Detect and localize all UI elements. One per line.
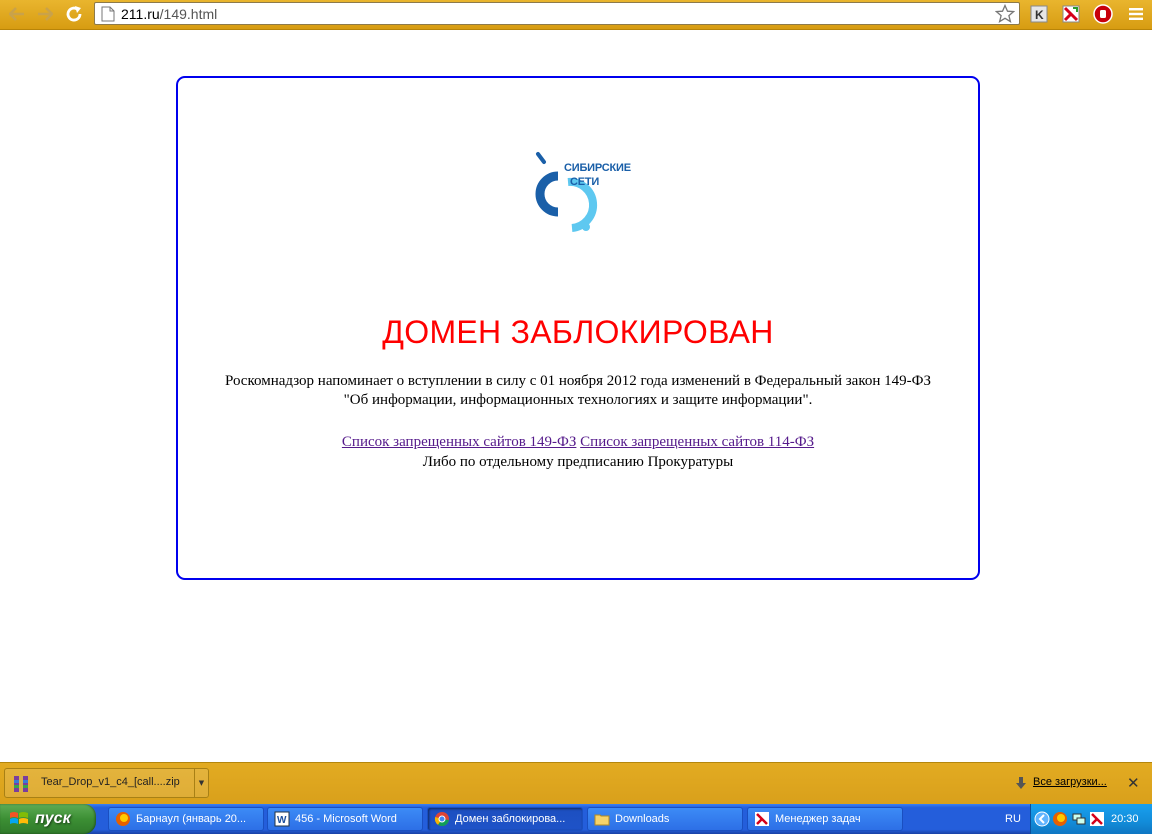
download-arrow-icon — [1016, 777, 1026, 789]
firefox-tray-icon[interactable] — [1052, 811, 1068, 827]
roskomnadzor-notice: Роскомнадзор напоминает о вступлении в с… — [178, 372, 978, 410]
kaspersky-extension-icon[interactable]: K — [1029, 4, 1049, 24]
logo-line2: СЕТИ — [570, 176, 600, 188]
sibirskie-seti-logo: СИБИРСКИЕ СЕТИ — [528, 150, 638, 242]
kaspersky-block-extension-icon[interactable] — [1061, 4, 1081, 24]
blocked-lists-links: Список запрещенных сайтов 149-ФЗ Список … — [178, 432, 978, 472]
notice-line-1: Роскомнадзор напоминает о вступлении в с… — [224, 373, 932, 389]
taskbar-item-task-manager[interactable]: Менеджер задач — [747, 807, 903, 831]
forward-arrow-icon — [38, 7, 53, 21]
taskbar-item-downloads[interactable]: Downloads — [587, 807, 743, 831]
zip-archive-icon — [14, 776, 28, 792]
svg-text:W: W — [277, 815, 287, 826]
bookmark-star-icon[interactable] — [995, 4, 1015, 24]
page-icon — [101, 6, 115, 21]
url-path: /149.html — [159, 5, 218, 22]
dropdown-arrow-icon: ▼ — [198, 779, 205, 787]
forward-button[interactable] — [34, 3, 56, 25]
adblock-extension-icon[interactable] — [1093, 4, 1113, 24]
chrome-menu-icon[interactable] — [1126, 4, 1146, 24]
tray-expand-icon[interactable] — [1034, 811, 1050, 827]
download-item[interactable]: Tear_Drop_v1_c4_[call....zip ▼ — [4, 768, 209, 798]
task-label: Домен заблокирова... — [455, 813, 566, 825]
task-label: Менеджер задач — [775, 813, 861, 825]
url-text: 211.ru/149.html — [121, 6, 217, 22]
browser-toolbar: 211.ru/149.html K — [0, 0, 1152, 30]
address-bar[interactable]: 211.ru/149.html — [94, 2, 1020, 25]
clock: 20:30 — [1111, 813, 1139, 825]
word-icon: W — [274, 811, 290, 827]
kaspersky-tray-icon[interactable] — [1089, 811, 1105, 827]
task-label: Барнаул (январь 20... — [136, 813, 247, 825]
close-shelf-icon[interactable]: ✕ — [1127, 774, 1140, 792]
taskbar-item-firefox[interactable]: Барнаул (январь 20... — [108, 807, 264, 831]
download-shelf: Tear_Drop_v1_c4_[call....zip ▼ Все загру… — [0, 762, 1152, 804]
task-label: 456 - Microsoft Word — [295, 813, 397, 825]
task-manager-icon — [755, 812, 769, 826]
logo-line1: СИБИРСКИЕ — [564, 162, 631, 174]
start-button[interactable]: пуск — [0, 804, 96, 834]
start-label: пуск — [35, 810, 71, 827]
windows-logo-icon — [10, 812, 28, 824]
taskbar-item-word[interactable]: W 456 - Microsoft Word — [267, 807, 423, 831]
link-banned-sites-114fz[interactable]: Список запрещенных сайтов 114-ФЗ — [580, 434, 814, 450]
network-tray-icon[interactable] — [1071, 811, 1087, 827]
windows-taskbar: пуск Барнаул (январь 20... W 456 - Micro… — [0, 804, 1152, 834]
url-host: 211.ru — [121, 5, 160, 22]
reload-button[interactable] — [63, 3, 85, 25]
notice-line-2: "Об информации, информационных технологи… — [343, 392, 813, 408]
svg-text:K: K — [1035, 8, 1044, 22]
reload-icon — [66, 6, 82, 22]
download-file-name: Tear_Drop_v1_c4_[call....zip — [41, 776, 180, 788]
system-tray: 20:30 — [1030, 804, 1152, 834]
folder-icon — [594, 814, 610, 826]
link-banned-sites-149fz[interactable]: Список запрещенных сайтов 149-ФЗ — [342, 434, 577, 450]
all-downloads-link[interactable]: Все загрузки... — [1014, 776, 1107, 789]
firefox-icon — [116, 812, 130, 826]
download-menu-button[interactable]: ▼ — [194, 769, 208, 797]
back-button[interactable] — [6, 3, 28, 25]
blocked-notice-panel: СИБИРСКИЕ СЕТИ ДОМЕН ЗАБЛОКИРОВАН Роском… — [176, 76, 980, 580]
all-downloads-label: Все загрузки... — [1033, 776, 1107, 788]
task-label: Downloads — [615, 813, 670, 825]
language-indicator[interactable]: RU — [1005, 813, 1021, 825]
taskbar-item-chrome[interactable]: Домен заблокирова... — [427, 807, 583, 831]
prosecutor-note: Либо по отдельному предписанию Прокурату… — [422, 454, 734, 470]
chrome-icon — [434, 812, 449, 827]
back-arrow-icon — [9, 7, 24, 21]
blocked-headline: ДОМЕН ЗАБЛОКИРОВАН — [382, 314, 774, 350]
